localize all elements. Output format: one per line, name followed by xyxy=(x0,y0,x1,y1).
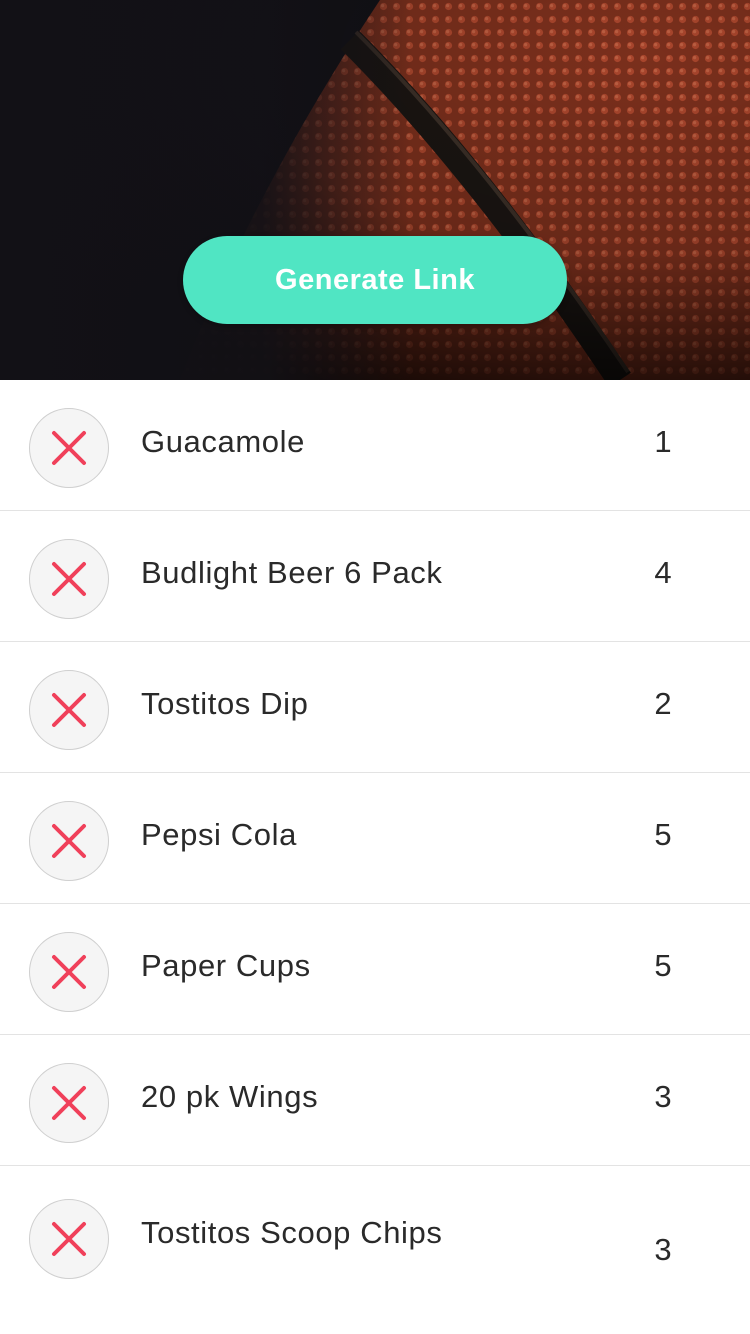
close-icon xyxy=(52,431,86,465)
remove-item-button[interactable] xyxy=(29,932,109,1012)
list-item: Tostitos Dip 2 xyxy=(0,642,750,773)
remove-item-button[interactable] xyxy=(29,408,109,488)
list-item: Budlight Beer 6 Pack 4 xyxy=(0,511,750,642)
item-quantity: 3 xyxy=(654,1232,672,1267)
item-name: 20 pk Wings xyxy=(141,1079,319,1114)
list-item: Pepsi Cola 5 xyxy=(0,773,750,904)
close-icon xyxy=(52,955,86,989)
close-icon xyxy=(52,693,86,727)
item-name: Tostitos Dip xyxy=(141,686,309,721)
item-quantity: 3 xyxy=(654,1079,672,1114)
item-name: Tostitos Scoop Chips xyxy=(141,1215,443,1250)
generate-link-button[interactable]: Generate Link xyxy=(183,236,567,324)
item-list: Guacamole 1 Budlight Beer 6 Pack 4 Tosti… xyxy=(0,380,750,1334)
remove-item-button[interactable] xyxy=(29,801,109,881)
item-quantity: 2 xyxy=(654,686,672,721)
close-icon xyxy=(52,562,86,596)
remove-item-button[interactable] xyxy=(29,670,109,750)
item-name: Paper Cups xyxy=(141,948,311,983)
item-quantity: 4 xyxy=(654,555,672,590)
list-item: 20 pk Wings 3 xyxy=(0,1035,750,1166)
list-item: Guacamole 1 xyxy=(0,380,750,511)
item-name: Budlight Beer 6 Pack xyxy=(141,555,443,590)
item-name: Pepsi Cola xyxy=(141,817,297,852)
item-quantity: 1 xyxy=(654,424,672,459)
hero-banner: Generate Link xyxy=(0,0,750,380)
item-name: Guacamole xyxy=(141,424,305,459)
remove-item-button[interactable] xyxy=(29,1199,109,1279)
remove-item-button[interactable] xyxy=(29,539,109,619)
close-icon xyxy=(52,1086,86,1120)
close-icon xyxy=(52,824,86,858)
list-item: Tostitos Scoop Chips 3 xyxy=(0,1166,750,1306)
list-item: Paper Cups 5 xyxy=(0,904,750,1035)
screen: Generate Link Guacamole 1 Budlight Beer … xyxy=(0,0,750,1334)
remove-item-button[interactable] xyxy=(29,1063,109,1143)
item-quantity: 5 xyxy=(654,948,672,983)
close-icon xyxy=(52,1222,86,1256)
item-quantity: 5 xyxy=(654,817,672,852)
